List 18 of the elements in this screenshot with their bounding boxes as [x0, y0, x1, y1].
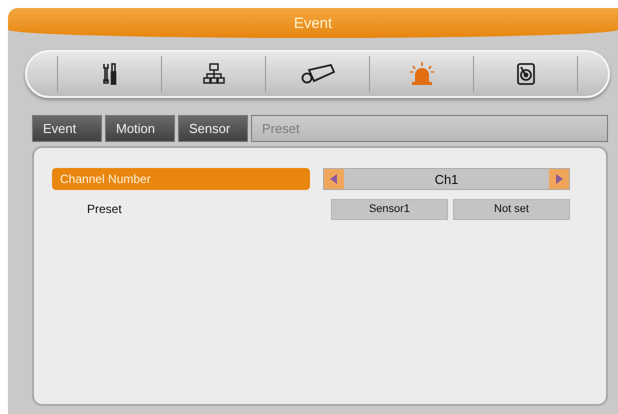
tab[interactable]: Motion	[105, 115, 175, 142]
setting-label: Preset	[86, 201, 123, 218]
toolbar-button[interactable]	[473, 56, 578, 92]
previous-button[interactable]	[324, 169, 344, 189]
right-arrow-icon	[555, 174, 563, 184]
left-arrow-icon	[330, 174, 338, 184]
tools-icon	[102, 63, 118, 85]
network-icon	[202, 63, 224, 85]
channel-value: Ch1	[434, 172, 460, 186]
window-title: Event	[8, 8, 618, 38]
tab[interactable]: Sensor	[178, 115, 248, 142]
camera-icon	[300, 64, 334, 84]
tab[interactable]: Event	[32, 115, 102, 142]
next-button[interactable]	[549, 169, 569, 189]
preset-value[interactable]: Sensor1	[330, 198, 448, 220]
setting-label: Channel Number	[52, 168, 310, 190]
alarm-light-icon	[408, 62, 434, 86]
preset-value[interactable]: Not set	[452, 198, 570, 220]
